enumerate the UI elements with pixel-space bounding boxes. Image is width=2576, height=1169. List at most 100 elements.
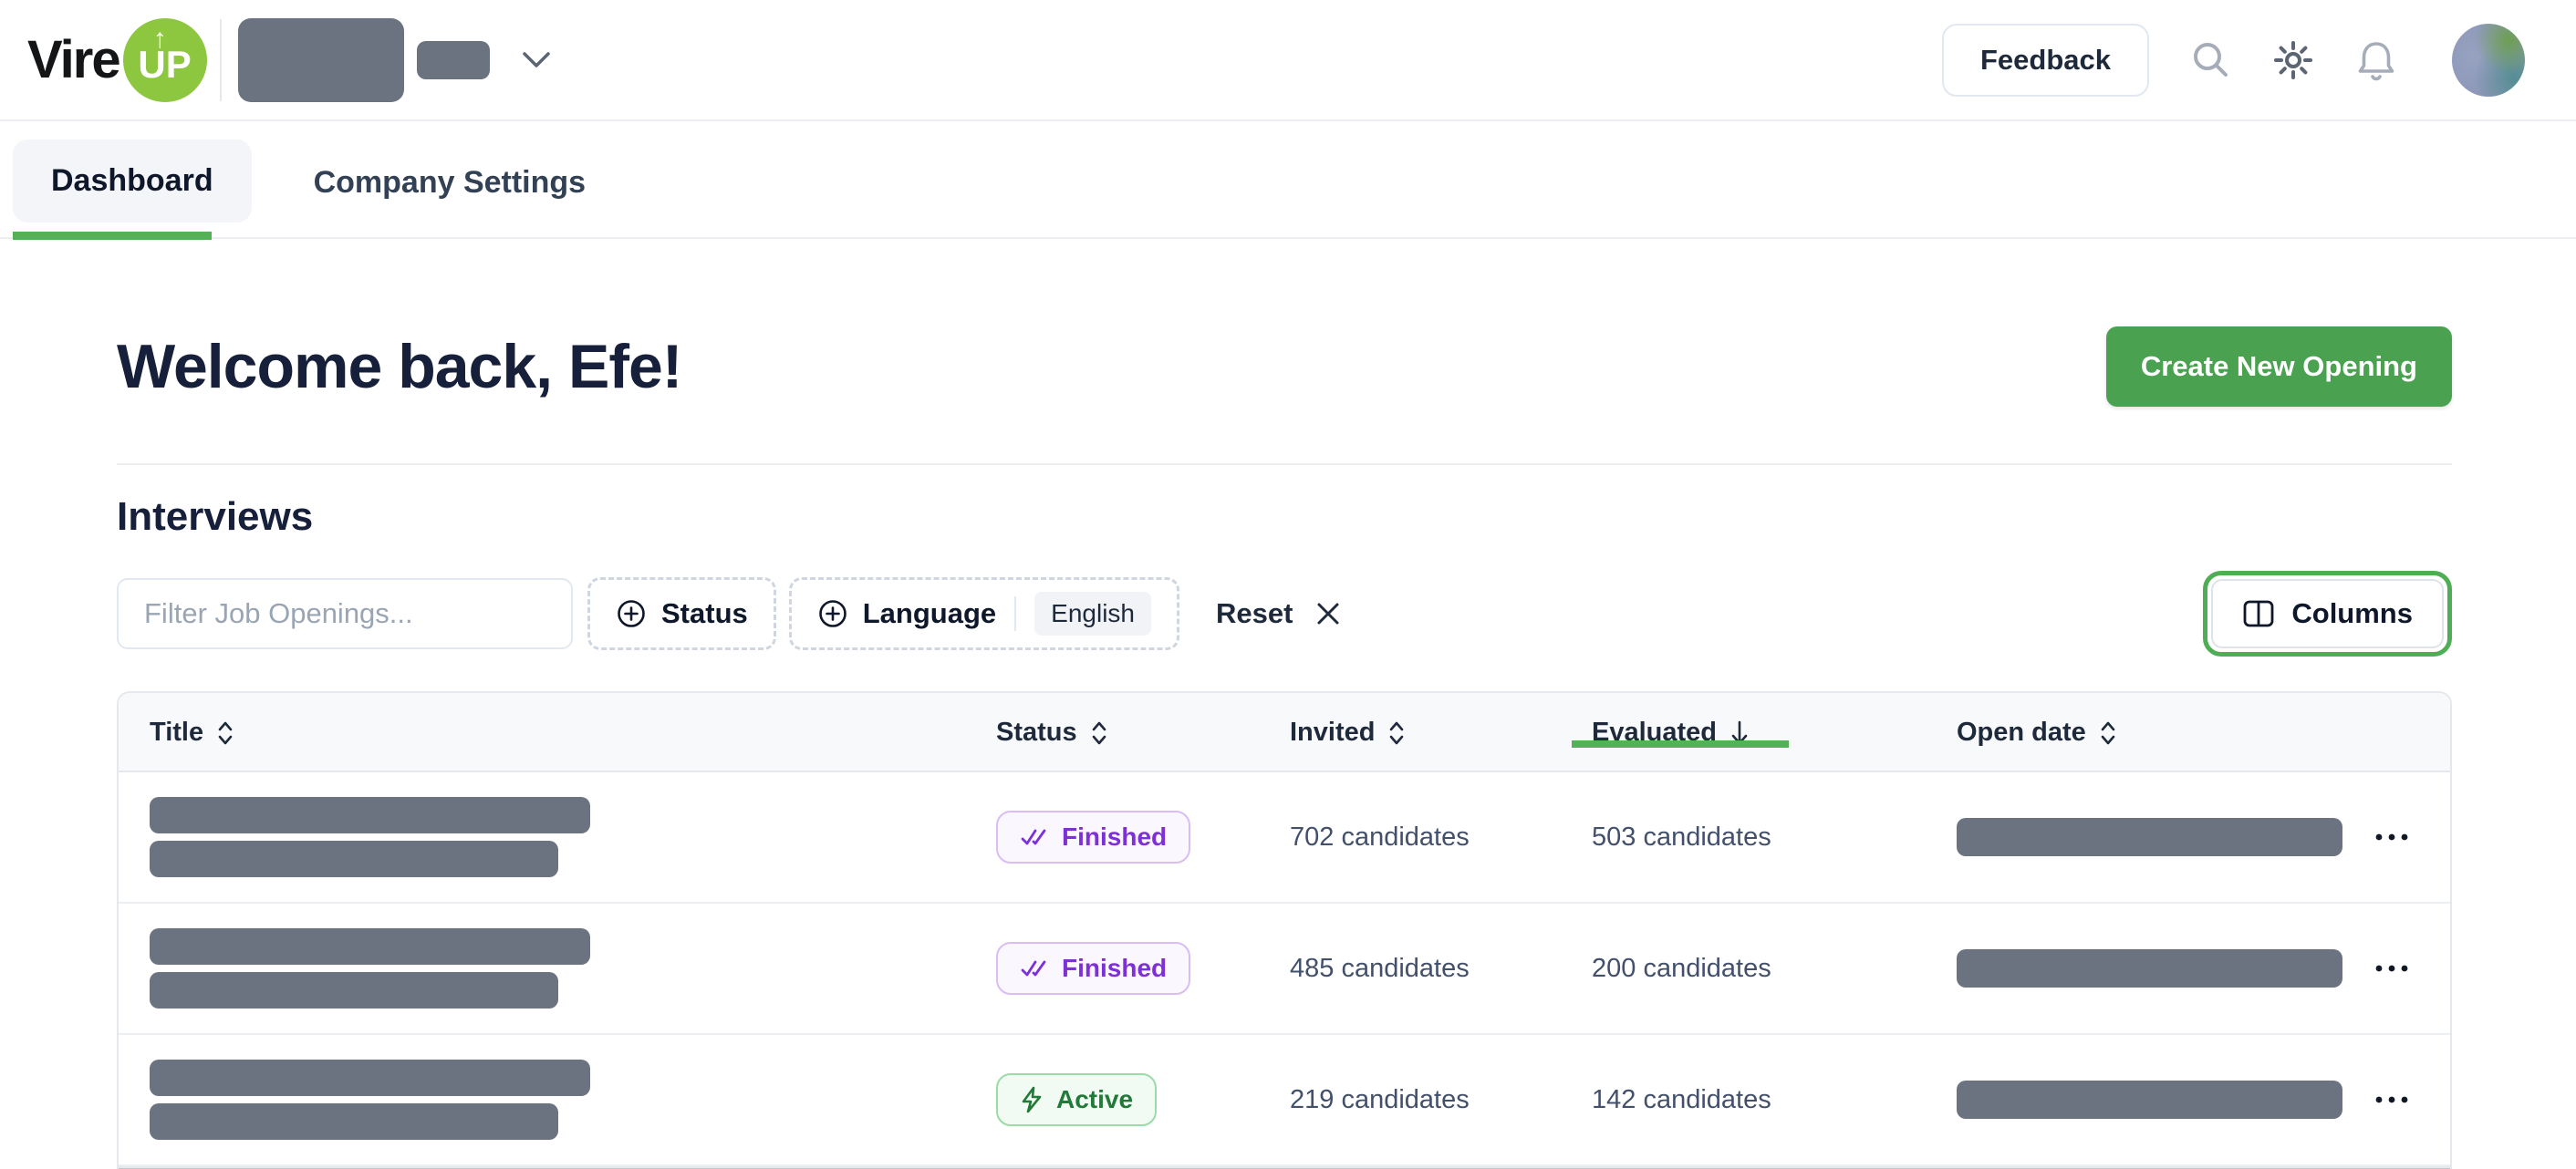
- circle-plus-icon: [817, 598, 848, 629]
- redaction-bar: [150, 797, 590, 833]
- feedback-button[interactable]: Feedback: [1942, 24, 2149, 97]
- table-row[interactable]: Finished 485 candidates 200 candidates: [119, 904, 2450, 1035]
- search-icon[interactable]: [2189, 39, 2231, 81]
- status-badge: Active: [996, 1073, 1157, 1126]
- user-avatar[interactable]: [2452, 24, 2525, 97]
- invited-count: 485 candidates: [1290, 954, 1592, 984]
- sort-icon: [1090, 719, 1108, 747]
- company-badge-redacted: [417, 41, 490, 79]
- language-filter-value: English: [1034, 592, 1151, 636]
- columns-icon: [2242, 599, 2275, 628]
- top-bar: Vire ↑ UP Feedback: [0, 0, 2576, 121]
- column-label: Invited: [1290, 718, 1375, 748]
- status-label: Finished: [1062, 822, 1167, 852]
- page-title: Welcome back, Efe!: [117, 331, 681, 402]
- page: Vire ↑ UP Feedback: [0, 0, 2576, 1169]
- main-content: Welcome back, Efe! Create New Opening In…: [0, 326, 2576, 1169]
- create-new-opening-button[interactable]: Create New Opening: [2106, 326, 2452, 407]
- interviews-table: Title Status Invited: [117, 691, 2452, 1169]
- open-date-redacted: [1957, 818, 2342, 856]
- logo-circle: ↑ UP: [123, 18, 207, 102]
- double-check-icon: [1020, 825, 1049, 849]
- column-label: Title: [150, 718, 203, 748]
- top-bar-actions: Feedback: [1942, 24, 2525, 97]
- status-label: Finished: [1062, 954, 1167, 983]
- column-label: Open date: [1957, 718, 2086, 748]
- row-actions-menu-button[interactable]: [2364, 953, 2450, 984]
- circle-plus-icon: [616, 598, 647, 629]
- sort-icon: [1387, 719, 1406, 747]
- open-date-redacted: [1957, 949, 2342, 988]
- sorted-column-underline: [1572, 740, 1789, 748]
- status-label: Active: [1056, 1085, 1133, 1114]
- status-filter-label: Status: [661, 597, 748, 630]
- status-cell: Active: [996, 1073, 1290, 1126]
- table-header-row: Title Status Invited: [119, 693, 2450, 772]
- redaction-bar: [150, 1060, 590, 1096]
- status-filter-button[interactable]: Status: [587, 577, 776, 650]
- reset-label: Reset: [1216, 597, 1293, 630]
- welcome-row: Welcome back, Efe! Create New Opening: [117, 326, 2452, 407]
- section-divider: [117, 463, 2452, 465]
- row-actions-menu-button[interactable]: [2364, 1084, 2450, 1115]
- chip-divider: [1014, 596, 1016, 631]
- tab-dashboard[interactable]: Dashboard: [13, 140, 252, 222]
- column-header-invited[interactable]: Invited: [1290, 693, 1592, 772]
- invited-count: 219 candidates: [1290, 1085, 1592, 1115]
- company-logo-redacted: [238, 18, 404, 102]
- redaction-bar: [150, 928, 590, 965]
- status-badge: Finished: [996, 942, 1190, 995]
- status-cell: Finished: [996, 811, 1290, 864]
- column-label-wrap: Evaluated: [1592, 718, 1717, 748]
- redaction-bar: [150, 1103, 558, 1140]
- header-divider: [220, 19, 222, 101]
- active-tab-underline: [13, 232, 212, 240]
- chevron-down-icon: [521, 50, 552, 70]
- invited-count: 702 candidates: [1290, 822, 1592, 853]
- filter-toolbar: Status Language English Reset: [117, 571, 2452, 657]
- vireup-logo[interactable]: Vire ↑ UP: [27, 18, 207, 102]
- column-header-title[interactable]: Title: [119, 693, 996, 772]
- job-title-redacted: [119, 797, 996, 877]
- open-date-cell: [1957, 818, 2364, 856]
- evaluated-count: 142 candidates: [1592, 1085, 1957, 1115]
- column-header-evaluated[interactable]: Evaluated: [1592, 693, 1957, 772]
- column-label: Status: [996, 718, 1077, 748]
- job-title-redacted: [119, 928, 996, 1009]
- column-header-actions: [2364, 693, 2450, 772]
- redaction-bar: [150, 841, 558, 877]
- redaction-bar: [150, 972, 558, 1009]
- lightning-icon: [1020, 1086, 1044, 1113]
- bell-icon[interactable]: [2355, 38, 2397, 82]
- status-cell: Finished: [996, 942, 1290, 995]
- status-badge: Finished: [996, 811, 1190, 864]
- column-header-status[interactable]: Status: [996, 693, 1290, 772]
- evaluated-count: 200 candidates: [1592, 954, 1957, 984]
- table-row[interactable]: Finished 702 candidates 503 candidates: [119, 772, 2450, 904]
- brand-suffix-text: UP: [138, 43, 191, 87]
- column-header-open-date[interactable]: Open date: [1957, 693, 2364, 772]
- tab-bar: Dashboard Company Settings: [0, 121, 2576, 239]
- close-icon: [1314, 600, 1342, 627]
- open-date-cell: [1957, 949, 2364, 988]
- language-filter-button[interactable]: Language English: [789, 577, 1179, 650]
- interviews-heading: Interviews: [117, 494, 2452, 540]
- sort-icon: [216, 719, 234, 747]
- gear-icon[interactable]: [2271, 38, 2315, 82]
- sort-icon: [2099, 719, 2117, 747]
- filter-job-openings-input[interactable]: [117, 578, 573, 649]
- columns-label: Columns: [2291, 597, 2413, 630]
- tab-company-settings[interactable]: Company Settings: [275, 140, 624, 224]
- open-date-cell: [1957, 1081, 2364, 1119]
- columns-button[interactable]: Columns: [2211, 579, 2444, 648]
- language-filter-label: Language: [863, 597, 996, 630]
- reset-filters-button[interactable]: Reset: [1216, 597, 1342, 630]
- brand-text: Vire: [27, 29, 119, 90]
- job-title-redacted: [119, 1060, 996, 1140]
- double-check-icon: [1020, 957, 1049, 980]
- company-selector[interactable]: [238, 18, 552, 102]
- table-row[interactable]: Active 219 candidates 142 candidates: [119, 1035, 2450, 1166]
- row-actions-menu-button[interactable]: [2364, 822, 2450, 853]
- columns-button-focus-ring: Columns: [2203, 571, 2452, 657]
- open-date-redacted: [1957, 1081, 2342, 1119]
